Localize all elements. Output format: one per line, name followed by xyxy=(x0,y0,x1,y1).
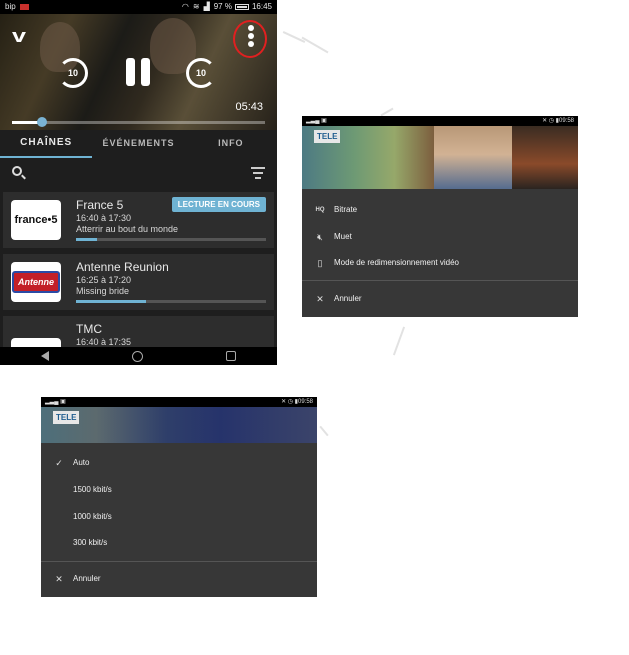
mute-status-icon: ✕ ◷ ▮ xyxy=(542,118,559,124)
close-icon: ✕ xyxy=(55,574,63,584)
close-icon: ✕ xyxy=(316,294,324,304)
menu-divider xyxy=(41,561,317,562)
rewind-10-icon[interactable]: 10 xyxy=(58,58,88,88)
menu-item-label: Bitrate xyxy=(334,205,358,214)
bitrate-option-1000[interactable]: 1000 kbit/s xyxy=(41,508,317,526)
bitrate-option-auto[interactable]: ✓ Auto xyxy=(41,454,317,472)
program-title: Missing bride xyxy=(76,286,130,296)
filter-icon[interactable] xyxy=(251,167,265,182)
notification-icon xyxy=(19,4,29,10)
chevron-down-icon[interactable]: v xyxy=(12,26,26,47)
menu-item-label: Annuler xyxy=(73,574,101,583)
program-progress-fill xyxy=(76,300,147,303)
signal-icon: ▂▃▄ ▣ xyxy=(306,118,327,124)
bitrate-option-300[interactable]: 300 kbit/s xyxy=(41,534,317,552)
battery-icon xyxy=(234,4,249,10)
battery-percent: 97 % xyxy=(213,2,232,11)
menu-item-cancel[interactable]: ✕ Annuler xyxy=(302,290,578,308)
elapsed-time: 05:43 xyxy=(235,101,263,113)
bitrate-option-label: 300 kbit/s xyxy=(73,538,108,547)
menu-divider xyxy=(302,280,578,281)
bitrate-option-label: Auto xyxy=(73,458,90,467)
clock: 16:45 xyxy=(251,2,272,11)
channel-logo: Antenne xyxy=(11,262,61,302)
channel-name: TMC xyxy=(76,322,102,336)
mute-icon: 🔇︎ xyxy=(317,232,323,242)
channel-logo: TELE xyxy=(314,130,341,143)
pause-button[interactable] xyxy=(122,58,154,88)
hq-icon: HQ xyxy=(315,207,325,213)
arrow-doodle xyxy=(301,36,329,54)
channel-card-france5[interactable]: france•5 France 5 16:40 à 17:30 Atterrir… xyxy=(3,192,274,248)
video-preview: TELE xyxy=(41,407,317,443)
tab-bar: CHAÎNES ÉVÉNEMENTS INFO xyxy=(0,130,277,158)
menu-item-label: Muet xyxy=(334,232,352,241)
program-progress xyxy=(76,238,266,241)
bitrate-option-1500[interactable]: 1500 kbit/s xyxy=(41,481,317,499)
wifi-icon: ≋ xyxy=(192,2,200,11)
channel-logo: france•5 xyxy=(11,200,61,240)
arrow-doodle xyxy=(392,326,406,356)
main-player-screen: bip ◠ ≋ ▟ 97 % 16:45 v 10 10 05:43 CHAÎN… xyxy=(0,0,277,365)
headphones-icon: ◠ xyxy=(181,2,189,11)
bitrate-menu-screen: ▂▃▄ ▣ ✕ ◷ ▮ 09:58 TELE ✓ Auto 1500 kbit/… xyxy=(41,397,317,597)
program-time: 16:40 à 17:35 xyxy=(76,337,132,347)
back-icon[interactable] xyxy=(41,351,50,361)
menu-item-cancel[interactable]: ✕ Annuler xyxy=(41,570,317,588)
seek-bar[interactable] xyxy=(12,117,265,127)
forward-10-icon[interactable]: 10 xyxy=(186,58,216,88)
highlight-circle xyxy=(233,20,267,58)
signal-icon: ▂▃▄ ▣ xyxy=(45,399,66,405)
menu-item-resize-mode[interactable]: ▯ Mode de redimensionnement vidéo xyxy=(302,254,578,272)
checkmark-icon: ✓ xyxy=(55,458,63,468)
clock: 09:58 xyxy=(558,118,574,124)
phone-resize-icon: ▯ xyxy=(317,258,323,268)
mute-status-icon: ✕ ◷ ▮ xyxy=(281,399,298,405)
menu-item-label: Mode de redimensionnement vidéo xyxy=(334,258,459,267)
status-bar: ▂▃▄ ▣ ✕ ◷ ▮ 09:58 xyxy=(41,397,317,407)
program-progress-fill xyxy=(76,238,97,241)
channel-name: France 5 xyxy=(76,198,124,212)
status-bar: ▂▃▄ ▣ ✕ ◷ ▮ 09:58 xyxy=(302,116,578,126)
menu-item-label: Annuler xyxy=(334,294,362,303)
tab-chaines[interactable]: CHAÎNES xyxy=(0,130,93,158)
channel-name: Antenne Reunion xyxy=(76,260,169,274)
tab-info[interactable]: INFO xyxy=(185,130,277,158)
program-title: Atterrir au bout du monde xyxy=(76,224,179,234)
bitrate-option-label: 1000 kbit/s xyxy=(73,512,112,521)
signal-icon: ▟ xyxy=(203,2,210,11)
search-icon[interactable] xyxy=(12,166,22,176)
home-icon[interactable] xyxy=(131,350,143,362)
clock: 09:58 xyxy=(297,399,313,405)
options-menu-screen: ▂▃▄ ▣ ✕ ◷ ▮ 09:58 TELE HQ Bitrate 🔇︎ Mue… xyxy=(302,116,578,317)
recents-icon[interactable] xyxy=(225,351,236,361)
search-filter-bar xyxy=(0,158,277,188)
status-bar: bip ◠ ≋ ▟ 97 % 16:45 xyxy=(0,0,277,14)
arrow-doodle xyxy=(319,425,329,437)
now-playing-badge: LECTURE EN COURS xyxy=(171,197,266,212)
android-nav-bar xyxy=(0,347,277,365)
program-time: 16:40 à 17:30 xyxy=(76,213,132,223)
menu-item-mute[interactable]: 🔇︎ Muet xyxy=(302,228,578,246)
bitrate-option-label: 1500 kbit/s xyxy=(73,485,112,494)
tab-evenements[interactable]: ÉVÉNEMENTS xyxy=(92,130,184,158)
video-preview: TELE xyxy=(302,126,578,189)
carrier-label: bip xyxy=(5,2,16,11)
program-progress xyxy=(76,300,266,303)
channel-logo: TELE xyxy=(53,411,80,424)
menu-item-bitrate[interactable]: HQ Bitrate xyxy=(302,201,578,219)
channel-card-antenne[interactable]: Antenne Antenne Reunion 16:25 à 17:20 Mi… xyxy=(3,254,274,310)
program-time: 16:25 à 17:20 xyxy=(76,275,132,285)
